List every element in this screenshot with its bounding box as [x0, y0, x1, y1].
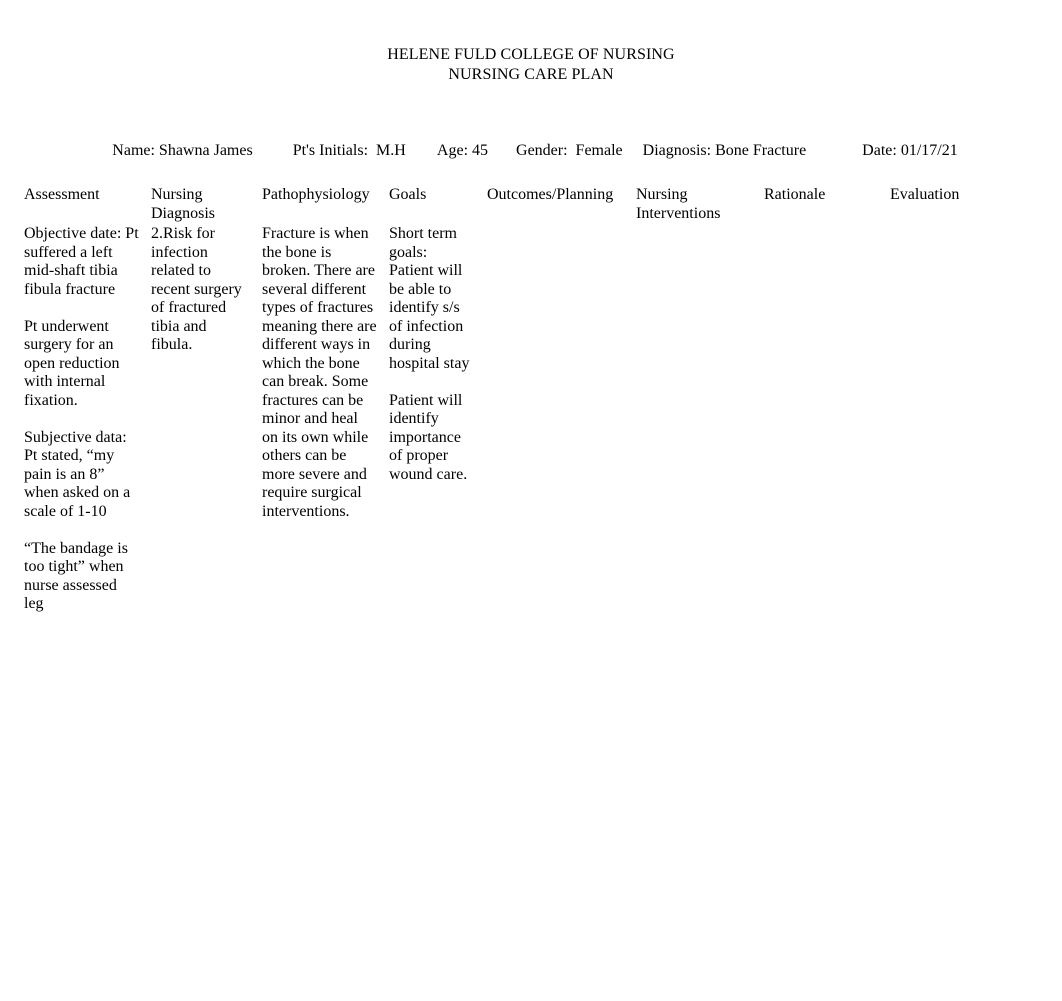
- column-header-outcomes-planning: Outcomes/Planning: [487, 186, 636, 225]
- cell-evaluation: [890, 225, 1038, 614]
- cell-evaluation-content: [890, 225, 1038, 243]
- cell-nursing-interventions: [636, 225, 764, 614]
- title-line-careplan: NURSING CARE PLAN: [448, 66, 614, 83]
- paragraph: Objective date: Pt suffered a left mid-s…: [24, 225, 139, 298]
- cell-rationale-content: [764, 225, 890, 243]
- paragraph: “The bandage is too tight” when nurse as…: [24, 539, 128, 613]
- column-header-goals: Goals: [389, 186, 487, 225]
- title-line-college: HELENE FULD COLLEGE OF NURSING: [387, 46, 675, 63]
- column-header-rationale: Rationale: [764, 186, 890, 225]
- cell-rationale: [764, 225, 890, 614]
- column-header-goals-label: Goals: [389, 186, 427, 203]
- cell-nursing-interventions-content: [636, 225, 764, 243]
- table-row: Objective date: Pt suffered a left mid-s…: [24, 225, 1038, 614]
- patient-info-text: Name: Shawna James Pt's Initials: M.H Ag…: [112, 142, 958, 159]
- column-header-nursing-interventions: Nursing Interventions: [636, 186, 764, 225]
- column-header-assessment: Assessment: [24, 186, 151, 225]
- column-header-assessment-label: Assessment: [24, 186, 100, 203]
- cell-nursing-diagnosis: 2.Risk for infection related to recent s…: [151, 225, 262, 614]
- patient-info-line: Name: Shawna James Pt's Initials: M.H Ag…: [0, 121, 1062, 161]
- cell-goals-content: Short term goals: Patient will be able t…: [389, 225, 487, 484]
- care-plan-table: Assessment Nursing Diagnosis Pathophysio…: [24, 186, 1038, 614]
- column-header-nursing-diagnosis: Nursing Diagnosis: [151, 186, 262, 225]
- column-header-pathophysiology-label: Pathophysiology: [262, 186, 370, 203]
- column-header-rationale-label: Rationale: [764, 186, 826, 203]
- cell-assessment: Objective date: Pt suffered a left mid-s…: [24, 225, 151, 614]
- paragraph: 2.Risk for infection related to recent s…: [151, 225, 242, 353]
- paragraph: Subjective data: Pt stated, “my pain is …: [24, 428, 131, 520]
- column-header-outcomes-planning-label: Outcomes/Planning: [487, 186, 614, 203]
- paragraph: Short term goals: Patient will be able t…: [389, 225, 470, 372]
- column-header-pathophysiology: Pathophysiology: [262, 186, 389, 225]
- cell-outcomes-planning-content: [487, 225, 636, 243]
- cell-outcomes-planning: [487, 225, 636, 614]
- cell-pathophysiology-content: Fracture is when the bone is broken. The…: [262, 225, 389, 521]
- document-title: HELENE FULD COLLEGE OF NURSING NURSING C…: [0, 45, 1062, 85]
- cell-pathophysiology: Fracture is when the bone is broken. The…: [262, 225, 389, 614]
- table-header-row: Assessment Nursing Diagnosis Pathophysio…: [24, 186, 1038, 225]
- paragraph: Pt underwent surgery for an open reducti…: [24, 317, 120, 409]
- cell-goals: Short term goals: Patient will be able t…: [389, 225, 487, 614]
- paragraph: Patient will identify importance of prop…: [389, 391, 468, 483]
- column-header-nursing-diagnosis-label: Nursing Diagnosis: [151, 186, 215, 222]
- paragraph: Fracture is when the bone is broken. The…: [262, 225, 377, 520]
- column-header-evaluation-label: Evaluation: [890, 186, 960, 203]
- column-header-evaluation: Evaluation: [890, 186, 1038, 225]
- cell-assessment-content: Objective date: Pt suffered a left mid-s…: [24, 225, 151, 614]
- column-header-nursing-interventions-label: Nursing Interventions: [636, 186, 721, 222]
- cell-nursing-diagnosis-content: 2.Risk for infection related to recent s…: [151, 225, 262, 355]
